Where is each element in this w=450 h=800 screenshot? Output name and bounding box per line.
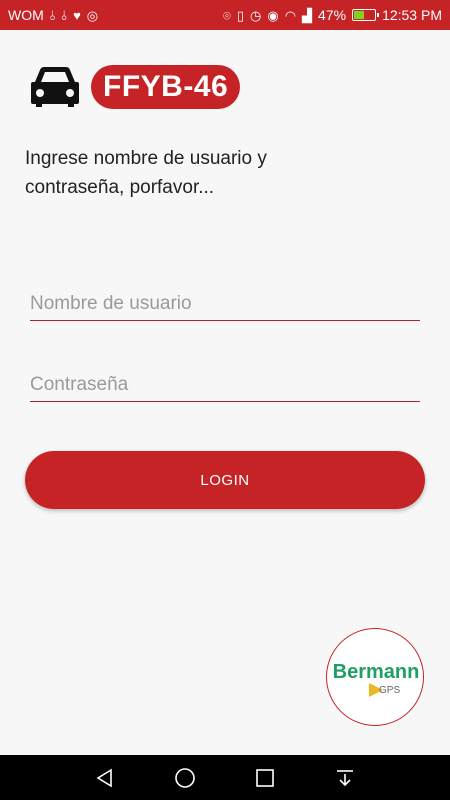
login-button[interactable]: LOGIN xyxy=(25,451,425,509)
wifi-icon: ◠ xyxy=(284,7,297,23)
usb-icon: ⫰ xyxy=(49,7,56,23)
eye-icon: ◉ xyxy=(267,7,279,23)
navigation-bar xyxy=(0,755,450,800)
plate-badge: FFYB-46 xyxy=(91,65,241,109)
status-bar-right: ⌾ ▯ ◷ ◉ ◠ ▟ 47% 12:53 PM xyxy=(223,7,442,23)
password-field[interactable] xyxy=(30,368,420,402)
logo-sub: GPS xyxy=(379,685,401,696)
logo-name: Bermann xyxy=(332,661,420,683)
notifications-pull-icon[interactable] xyxy=(333,766,357,790)
vibrate-icon: ▯ xyxy=(236,7,244,23)
location-icon: ⌾ xyxy=(223,7,231,23)
whatsapp-icon: ◎ xyxy=(86,7,99,23)
signal-icon: ▟ xyxy=(302,7,313,23)
recents-icon[interactable] xyxy=(253,766,277,790)
carrier-label: WOM xyxy=(8,7,44,23)
battery-fill xyxy=(354,11,365,19)
heart-rate-icon: ♥ xyxy=(73,7,81,23)
alarm-icon: ◷ xyxy=(250,7,262,23)
usb-icon: ⫰ xyxy=(61,7,68,23)
status-bar-left: WOM ⫰ ⫰ ♥ ◎ xyxy=(8,7,98,23)
car-icon xyxy=(31,67,79,107)
bermann-logo: Bermann GPS xyxy=(326,628,424,726)
username-field[interactable] xyxy=(30,287,420,321)
battery-percent: 47% xyxy=(318,7,347,23)
back-icon[interactable] xyxy=(93,766,117,790)
battery-icon xyxy=(352,9,380,21)
instructions-text: Ingrese nombre de usuario y contraseña, … xyxy=(25,148,267,198)
home-icon[interactable] xyxy=(173,766,197,790)
status-bar: WOM ⫰ ⫰ ♥ ◎ ⌾ ▯ ◷ ◉ ◠ ▟ 47% 12:53 PM xyxy=(0,0,450,30)
clock: 12:53 PM xyxy=(382,7,442,23)
